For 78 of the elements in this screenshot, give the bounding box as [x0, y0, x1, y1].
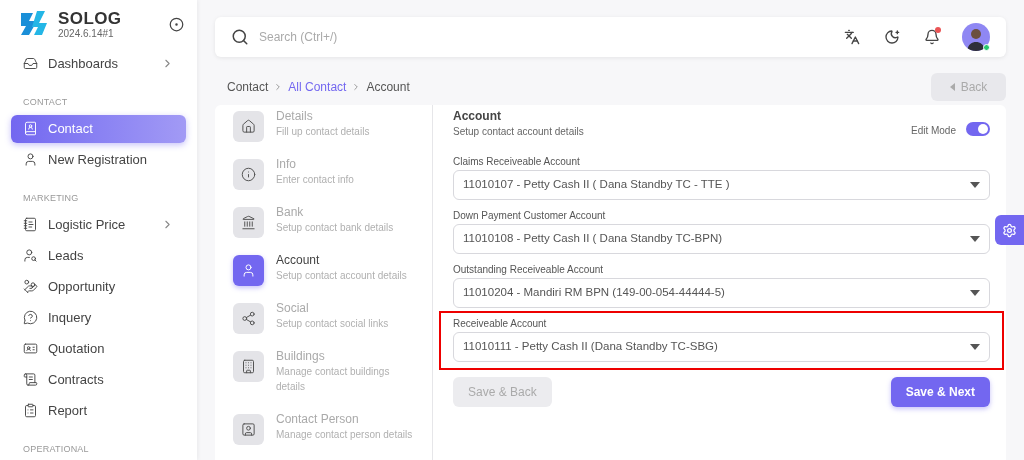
avatar[interactable]	[962, 23, 990, 51]
field-label: Down Payment Customer Account	[453, 208, 607, 223]
section-label: CONTACT	[23, 95, 68, 109]
field-label: Claims Receiveable Account	[453, 154, 581, 169]
nav-item[interactable]: Contact	[11, 114, 186, 143]
inbox-icon	[23, 56, 38, 72]
bank-icon	[241, 215, 256, 231]
translate-icon[interactable]	[844, 29, 860, 45]
search-input[interactable]: Search (Ctrl+/)	[259, 28, 834, 46]
select-field[interactable]: 11010107 - Petty Cash II ( Dana Standby TC - TTE )	[453, 169, 990, 200]
caret-icon	[970, 181, 980, 188]
hand-coins-icon	[23, 279, 38, 295]
step-title: Contact Person	[276, 412, 360, 427]
search-icon	[231, 28, 249, 46]
notification-icon[interactable]	[924, 29, 940, 45]
breadcrumb-link[interactable]: All Contact	[288, 78, 347, 96]
nav-item[interactable]: Leads	[11, 241, 186, 270]
step-subtitle: Fill up contact details	[276, 125, 371, 139]
contact-book-icon	[23, 121, 38, 137]
nav-item[interactable]: Report	[11, 396, 186, 425]
nav-item[interactable]: New Registration	[11, 145, 186, 174]
user-card-icon	[241, 422, 256, 437]
caret-icon	[970, 343, 980, 350]
question-icon	[23, 310, 38, 326]
nav-item[interactable]: Contracts	[11, 365, 186, 394]
brand-name: SOLOG	[58, 9, 122, 27]
user-search-icon	[23, 248, 38, 264]
breadcrumb-item: Contact	[227, 79, 269, 96]
caret-icon	[970, 235, 980, 242]
building-icon	[241, 359, 256, 375]
caret-icon	[970, 289, 980, 296]
search-bar[interactable]: Search (Ctrl+/)	[215, 17, 1006, 57]
save-next-button[interactable]: Save & Next	[890, 376, 990, 407]
breadcrumb-item: Account	[366, 79, 410, 96]
share-icon	[241, 311, 256, 327]
select-field[interactable]: 11010204 - Mandiri RM BPN (149-00-054-44444-5)	[453, 277, 990, 308]
settings-button[interactable]	[995, 215, 1024, 245]
nav-item[interactable]: Inquery	[11, 303, 186, 332]
step-subtitle: Setup contact account details	[276, 269, 408, 284]
info-icon	[241, 167, 256, 183]
user-icon	[23, 152, 38, 168]
nav-item[interactable]: Quotation	[11, 334, 186, 363]
step-title: Social	[276, 301, 310, 317]
field-label: Outstanding Receiveable Account	[453, 262, 605, 277]
id-card-icon	[23, 341, 38, 357]
step-subtitle: Enter contact info	[276, 173, 355, 188]
step-title: Info	[276, 157, 297, 173]
section-label: OPERATIONAL	[23, 442, 89, 456]
form-title: Account	[453, 109, 502, 124]
edit-mode-toggle[interactable]	[966, 122, 990, 136]
select-field[interactable]: 11010108 - Petty Cash II ( Dana Standby TC-BPN)	[453, 223, 990, 254]
step-title: Account	[276, 253, 321, 269]
step-subtitle: Setup contact bank details	[276, 221, 395, 236]
form-subtitle: Setup contact account details	[453, 126, 584, 139]
select-field[interactable]: 11010111 - Petty Cash II (Dana Standby TC-SBG)	[453, 331, 990, 362]
caret-left-icon	[949, 83, 955, 91]
step-title: Bank	[276, 205, 305, 221]
section-label: MARKETING	[23, 191, 79, 205]
step-title: Details	[276, 109, 314, 124]
house-icon	[241, 119, 256, 134]
settings-icon	[1002, 222, 1017, 238]
nav-item[interactable]: Opportunity	[11, 272, 186, 301]
field-label: Receiveable Account	[453, 316, 548, 331]
step-subtitle: Manage contact buildings details	[276, 365, 391, 395]
clipboard-icon	[23, 403, 38, 419]
pin-icon[interactable]	[169, 16, 184, 32]
brand-version: 2024.6.14#1	[58, 28, 115, 39]
scroll-icon	[23, 372, 38, 388]
user-icon	[241, 263, 256, 279]
notebook-icon	[23, 217, 38, 233]
step-title: Buildings	[276, 349, 326, 365]
step-subtitle: Manage contact person details	[276, 428, 414, 442]
nav-item[interactable]: Dashboards	[11, 49, 186, 78]
edit-mode-label: Edit Mode	[910, 124, 956, 138]
moon-icon[interactable]	[884, 29, 900, 45]
step-subtitle: Setup contact social links	[276, 317, 390, 332]
step-item[interactable]: Account Setup contact account details	[233, 253, 432, 302]
nav-item[interactable]: Logistic Price	[11, 210, 186, 239]
